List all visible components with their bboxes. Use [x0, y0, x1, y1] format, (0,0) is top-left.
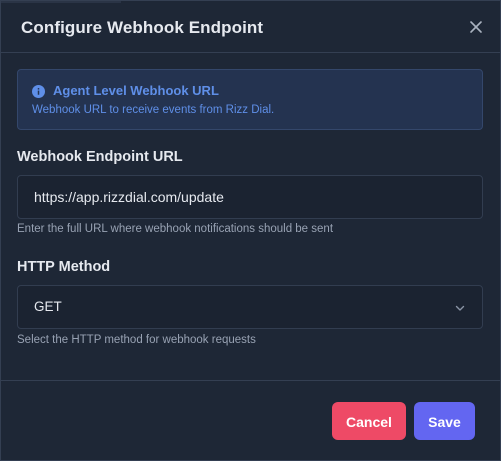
dialog-header: Configure Webhook Endpoint — [1, 1, 500, 53]
close-icon — [470, 21, 482, 33]
close-button[interactable] — [466, 17, 486, 37]
info-description: Webhook URL to receive events from Rizz … — [32, 104, 275, 116]
webhook-url-label: Webhook Endpoint URL — [17, 149, 183, 165]
webhook-url-input[interactable]: https://app.rizzdial.com/update — [17, 175, 483, 219]
chevron-down-icon — [455, 305, 465, 311]
http-method-select[interactable]: GET — [17, 285, 483, 329]
webhook-url-help: Enter the full URL where webhook notific… — [17, 223, 334, 235]
http-method-value: GET — [34, 299, 62, 314]
cancel-button[interactable]: Cancel — [332, 402, 406, 440]
dialog-title: Configure Webhook Endpoint — [21, 18, 264, 37]
webhook-dialog: Configure Webhook Endpoint Agent Level W… — [0, 0, 501, 461]
http-method-label: HTTP Method — [17, 259, 111, 275]
http-method-help: Select the HTTP method for webhook reque… — [17, 334, 256, 346]
info-banner: Agent Level Webhook URL Webhook URL to r… — [17, 69, 483, 130]
info-icon — [32, 85, 45, 98]
info-title: Agent Level Webhook URL — [53, 83, 219, 98]
footer-divider — [1, 380, 501, 381]
save-button[interactable]: Save — [414, 402, 475, 440]
